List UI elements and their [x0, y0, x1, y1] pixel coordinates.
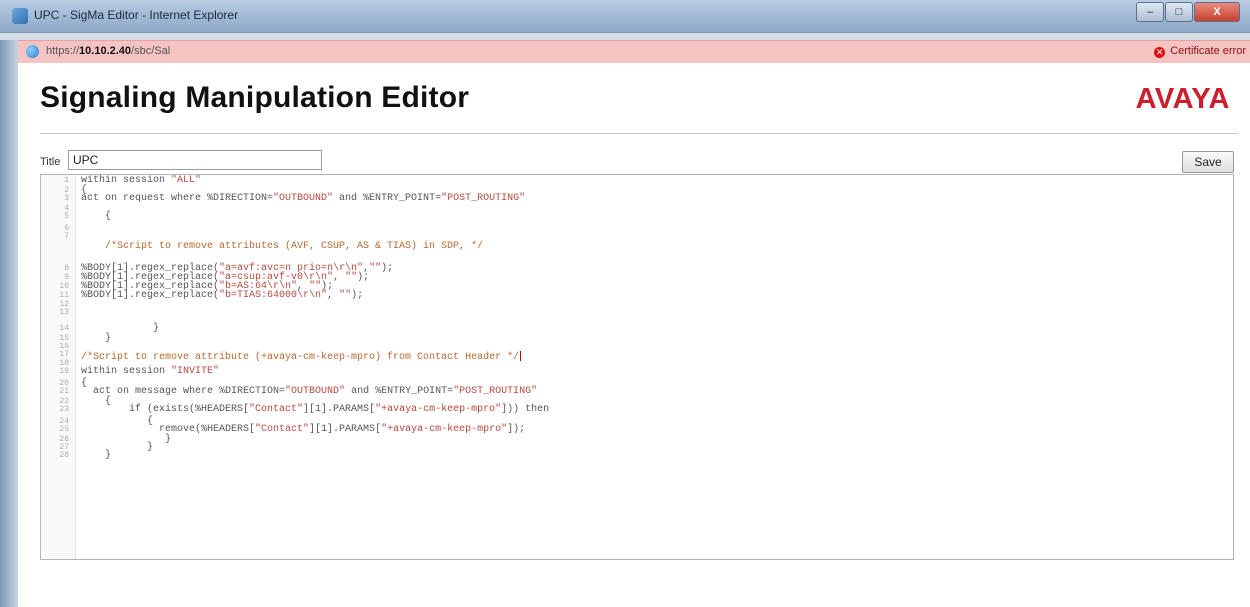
- line-number: 14: [59, 324, 69, 333]
- line-number: 21: [59, 387, 69, 396]
- code-text: within session "ALL": [81, 175, 202, 186]
- line-number: 7: [64, 232, 69, 241]
- code-text: act on message where %DIRECTION="OUTBOUN…: [81, 386, 538, 397]
- title-input[interactable]: [68, 150, 322, 170]
- code-line[interactable]: 3 act on request where %DIRECTION="OUTBOU…: [41, 193, 1233, 205]
- code-line[interactable]: 28 }: [41, 450, 1233, 461]
- line-number: 5: [64, 212, 69, 221]
- code-line[interactable]: 13: [41, 308, 1233, 317]
- code-line[interactable]: 18: [41, 359, 1233, 368]
- line-number: 23: [59, 405, 69, 414]
- code-line[interactable]: 19 within session "INVITE": [41, 366, 1233, 380]
- line-number: 3: [64, 194, 69, 203]
- code-line[interactable]: 11 %BODY[1].regex_replace("b=TIAS:64000\r…: [41, 290, 1233, 301]
- code-line[interactable]: [41, 317, 1233, 325]
- code-text: {: [81, 211, 112, 222]
- error-icon: ✕: [1154, 47, 1166, 58]
- code-line[interactable]: 1 within session "ALL": [41, 175, 1233, 187]
- code-line[interactable]: 6: [41, 224, 1233, 233]
- url-path: /sbc/Sal: [131, 45, 171, 57]
- save-button[interactable]: Save: [1182, 151, 1234, 173]
- avaya-logo: AVAYA: [1135, 83, 1230, 115]
- maximize-button[interactable]: □: [1165, 2, 1193, 22]
- script-editor[interactable]: 1 within session "ALL" 2{3 act on request w…: [40, 174, 1234, 560]
- code-area[interactable]: 1 within session "ALL" 2{3 act on request w…: [41, 175, 1233, 461]
- code-text: within session "INVITE": [81, 366, 220, 377]
- code-line[interactable]: 21 act on message where %DIRECTION="OUTB…: [41, 386, 1233, 398]
- code-line[interactable]: 16: [41, 342, 1233, 351]
- code-line[interactable]: 17/*Script to remove attribute (+avaya-c…: [41, 350, 1233, 363]
- line-number: 25: [59, 425, 69, 434]
- window-title: UPC - SigMa Editor - Internet Explorer: [34, 8, 239, 22]
- address-bar[interactable]: https://10.10.2.40/sbc/Sal ✕ Certificate …: [18, 40, 1250, 64]
- page-content: Signaling Manipulation Editor AVAYA Titl…: [18, 63, 1250, 607]
- code-line[interactable]: 12: [41, 300, 1233, 309]
- line-number: 11: [59, 291, 69, 300]
- code-line[interactable]: 25 remove(%HEADERS["Contact"][1].PARAMS[…: [41, 424, 1233, 436]
- code-line[interactable]: 23 if (exists(%HEADERS["Contact"][1].PAR…: [41, 404, 1233, 418]
- header-divider: [40, 133, 1238, 134]
- line-number: 13: [59, 308, 69, 317]
- ie-icon: [12, 8, 28, 24]
- line-number: 1: [64, 176, 69, 185]
- code-line[interactable]: 15 }: [41, 333, 1233, 344]
- certificate-error-label: Certificate error: [1170, 45, 1246, 57]
- code-line[interactable]: /*Script to remove attributes (AVF, CSUP…: [41, 241, 1233, 257]
- code-line[interactable]: 4: [41, 204, 1233, 213]
- certificate-error-button[interactable]: ✕ Certificate error: [1154, 45, 1246, 58]
- line-number: 28: [59, 451, 69, 460]
- title-label: Title: [40, 156, 61, 168]
- url-host: 10.10.2.40: [79, 45, 132, 57]
- code-line[interactable]: 26 }: [41, 435, 1233, 445]
- code-text: %BODY[1].regex_replace("b=TIAS:64000\r\n…: [81, 290, 364, 301]
- line-number: 10: [59, 282, 69, 291]
- close-button[interactable]: X: [1194, 2, 1240, 22]
- line-number: 9: [64, 273, 69, 282]
- code-line[interactable]: 5 {: [41, 211, 1233, 225]
- window-left-edge: [0, 40, 18, 607]
- minimize-button[interactable]: –: [1136, 2, 1164, 22]
- code-line[interactable]: 14 }: [41, 323, 1233, 335]
- line-number: 17: [59, 350, 69, 359]
- page-icon: [26, 45, 39, 58]
- code-text: remove(%HEADERS["Contact"][1].PARAMS["+a…: [81, 424, 526, 435]
- code-line[interactable]: 27 }: [41, 443, 1233, 453]
- code-text: }: [81, 323, 160, 334]
- code-text: }: [81, 450, 112, 461]
- line-number: 19: [59, 367, 69, 376]
- code-text: act on request where %DIRECTION="OUTBOUN…: [81, 193, 526, 204]
- window-controls: – □ X: [1135, 2, 1240, 22]
- code-text: }: [81, 333, 112, 344]
- page-title: Signaling Manipulation Editor: [40, 81, 470, 114]
- code-text: /*Script to remove attributes (AVF, CSUP…: [81, 241, 484, 252]
- line-number: 8: [64, 264, 69, 273]
- url-text[interactable]: https://10.10.2.40/sbc/Sal: [46, 45, 170, 57]
- url-prefix: https://: [46, 45, 80, 57]
- window-titlebar: UPC - SigMa Editor - Internet Explorer –…: [0, 0, 1250, 33]
- code-text: if (exists(%HEADERS["Contact"][1].PARAMS…: [81, 404, 550, 415]
